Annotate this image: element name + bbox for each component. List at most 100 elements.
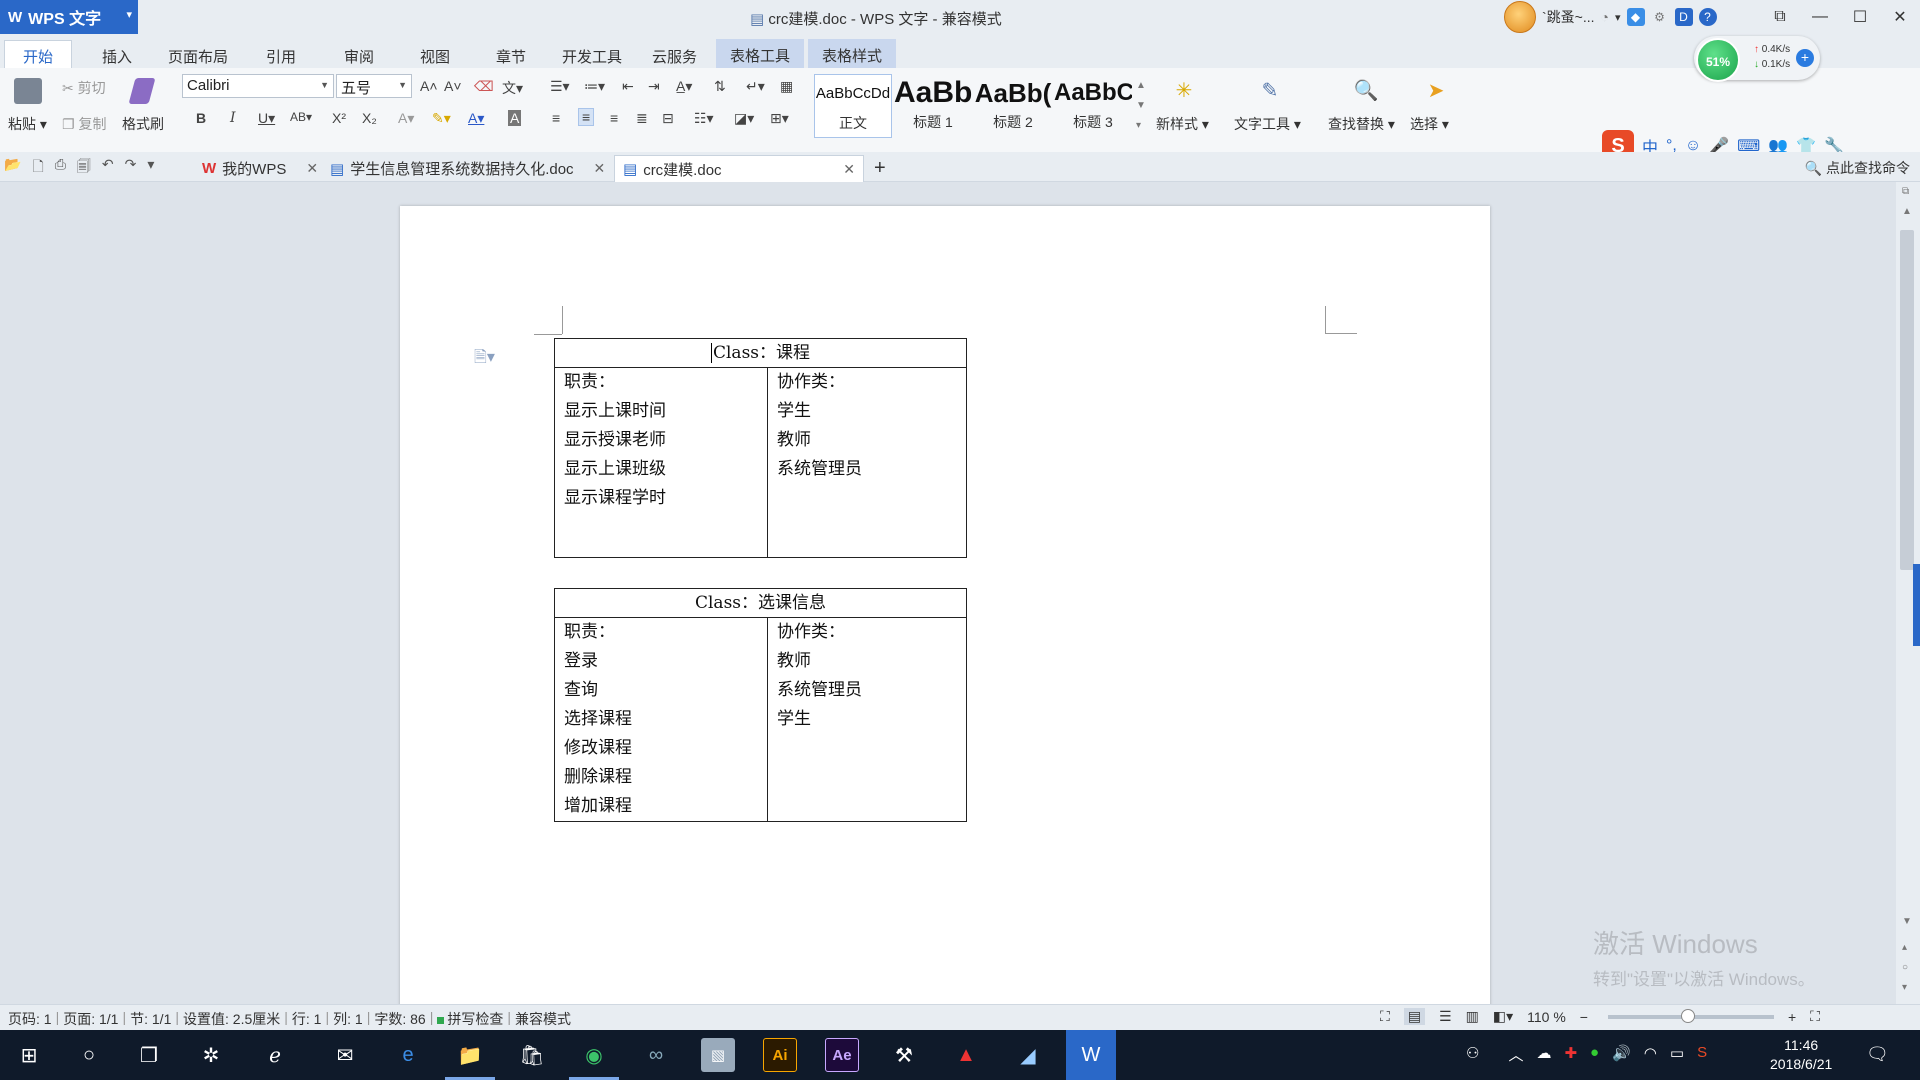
style-heading-3[interactable]: AaBbC 标题 3 [1054,74,1132,138]
tab-view[interactable]: 视图 [412,42,458,71]
highlight-icon[interactable]: ✎▾ [432,110,451,127]
new-style-button[interactable]: 新样式 ▾ [1156,114,1209,134]
status-page-code[interactable]: 页码: 1 [8,1009,52,1029]
store-icon[interactable]: 🛍 [515,1038,549,1072]
strikethrough-icon[interactable]: AB▾ [290,110,312,124]
chinese-layout-icon[interactable]: A̲▾ [676,78,692,95]
fit-page-icon[interactable]: ⛶ [1380,1008,1390,1025]
status-word-count[interactable]: 字数: 86 [374,1009,425,1029]
decrease-indent-icon[interactable]: ⇤ [622,78,634,95]
minimize-button[interactable]: — [1800,0,1840,34]
find-replace-icon[interactable]: 🔍 [1352,78,1380,104]
customize-chevron-icon[interactable]: ▾ [147,156,154,180]
windows-start-icon[interactable]: ⊞ [12,1038,46,1072]
char-shading-icon[interactable]: A [508,110,522,126]
tools-app-icon[interactable]: ⚒ [887,1038,921,1072]
class-header[interactable]: Class：选课信息 [554,588,967,618]
table-grid-icon[interactable]: ▦ [780,78,793,95]
green-app-icon[interactable]: ● [1590,1044,1599,1065]
tab-page-layout[interactable]: 页面布局 [160,42,236,71]
tab-crc-doc[interactable]: ▤ crc建模.doc ✕ [614,155,864,182]
underline-icon[interactable]: U▾ [258,110,275,127]
zoom-slider[interactable] [1607,1008,1774,1023]
close-icon[interactable]: ✕ [843,161,855,178]
distributed-icon[interactable]: ⊟ [662,110,674,127]
battery-icon[interactable]: ▭ [1670,1044,1684,1065]
avatar[interactable] [1504,1,1536,33]
tab-chapter[interactable]: 章节 [488,42,534,71]
web-view-icon[interactable]: ▥ [1466,1008,1479,1025]
select-cursor-icon[interactable]: ➤ [1422,78,1450,104]
status-page[interactable]: 页面: 1/1 [63,1009,118,1029]
scroll-up-icon[interactable]: ▲ [1902,206,1912,217]
ie-browser-icon[interactable]: ℯ [258,1038,292,1072]
justify-icon[interactable]: ≣ [636,110,648,127]
tab-table-tools[interactable]: 表格工具 [716,39,805,68]
command-search[interactable]: 🔍 点此查找命令 [1805,158,1910,178]
zoom-level[interactable]: 110 % [1527,1009,1566,1025]
scrollbar-thumb[interactable] [1900,230,1914,570]
shield-icon[interactable]: ◆ [1626,8,1645,26]
tab-review[interactable]: 审阅 [336,42,382,71]
image-app-icon[interactable]: ▧ [701,1038,735,1072]
undo-icon[interactable]: ↶ [102,156,114,180]
new-tab-button[interactable]: + [866,155,894,182]
paragraph-handle-icon[interactable]: 🗎▾ [474,346,495,373]
spell-check-toggle[interactable]: 拼写检查 [437,1009,503,1029]
mail-icon[interactable]: ✉ [328,1038,362,1072]
tab-student-info-doc[interactable]: ▤ 学生信息管理系统数据持久化.doc ✕ [322,155,613,182]
clear-format-icon[interactable]: ⌫ [474,78,494,95]
chevron-down-icon[interactable]: ▾ [1615,11,1621,24]
edge-browser-icon[interactable]: e [391,1038,425,1072]
responsibilities-cell[interactable]: 职责： 显示上课时间 显示授课老师 显示上课班级 显示课程学时 [554,367,768,558]
app-menu-button[interactable]: W WPS 文字 ▾ [0,0,138,34]
cut-button[interactable]: ✂ 剪切 [62,78,106,98]
find-replace-button[interactable]: 查找替换 ▾ [1328,114,1395,134]
font-color-icon[interactable]: A▾ [468,110,484,127]
tab-references[interactable]: 引用 [258,42,304,71]
user-area[interactable]: `跳蚤~... ◔ ▾ ◆ ⚙ D ? [1504,1,1717,33]
restore-ribbon-icon[interactable]: ⧉ [1760,0,1800,34]
status-row[interactable]: 行: 1 [292,1009,322,1029]
increase-indent-icon[interactable]: ⇥ [648,78,660,95]
style-normal[interactable]: AaBbCcDd 正文 [814,74,892,138]
style-heading-1[interactable]: AaBb 标题 1 [894,74,972,138]
sogou-tray-icon[interactable]: S [1697,1044,1707,1065]
message-icon[interactable]: ◔ [1601,9,1609,25]
format-painter-button[interactable]: 格式刷 [122,114,164,134]
outline-view-icon[interactable]: ☰ [1439,1008,1452,1025]
grow-font-icon[interactable]: A˄ [420,78,438,94]
font-name-field[interactable]: Calibri ▼ [182,74,334,98]
tab-insert[interactable]: 插入 [94,42,140,71]
format-painter-icon[interactable] [128,78,156,104]
text-effect-icon[interactable]: A▾ [398,110,414,127]
status-col[interactable]: 列: 1 [333,1009,363,1029]
tab-developer[interactable]: 开发工具 [554,42,630,71]
after-effects-icon[interactable]: Ae [825,1038,859,1072]
close-icon[interactable]: ✕ [594,160,606,177]
volume-icon[interactable]: 🔊 [1612,1044,1631,1065]
crc-card-table[interactable]: Class：选课信息 职责： 登录 查询 选择课程 修改课程 删除课程 增加课程… [554,588,967,822]
split-icon[interactable]: ⧉ [1902,186,1909,197]
style-heading-2[interactable]: AaBb( 标题 2 [974,74,1052,138]
close-icon[interactable]: ✕ [306,160,318,177]
text-tools-button[interactable]: 文字工具 ▾ [1234,114,1301,134]
open-folder-icon[interactable]: 📂 [4,156,21,180]
tab-cloud[interactable]: 云服务 [644,42,705,71]
cloud-icon[interactable]: ☁ [1536,1044,1551,1065]
notebook-app-icon[interactable]: ◢ [1011,1038,1045,1072]
copy-button[interactable]: ❐ 复制 [62,114,106,134]
pinwheel-app-icon[interactable]: ✲ [194,1038,228,1072]
align-left-icon[interactable]: ≡ [552,110,560,126]
phonetic-icon[interactable]: 文▾ [502,78,523,98]
font-size-field[interactable]: 五号 ▼ [336,74,412,98]
page-view-icon[interactable]: ▤ [1403,1008,1426,1025]
zoom-out-icon[interactable]: − [1580,1009,1588,1025]
document-page[interactable]: 🗎▾ Class：课程 职责： 显示上课时间 显示授课老师 显示上课班级 显示课… [400,206,1490,1004]
illustrator-icon[interactable]: Ai [763,1038,797,1072]
status-setting[interactable]: 设置值: 2.5厘米 [183,1009,280,1029]
text-tools-icon[interactable]: ✎ [1256,78,1284,104]
sort-icon[interactable]: ⇅ [714,78,726,95]
notification-center-icon[interactable]: 🗨 [1866,1044,1889,1065]
plus-icon[interactable]: + [1796,49,1814,67]
